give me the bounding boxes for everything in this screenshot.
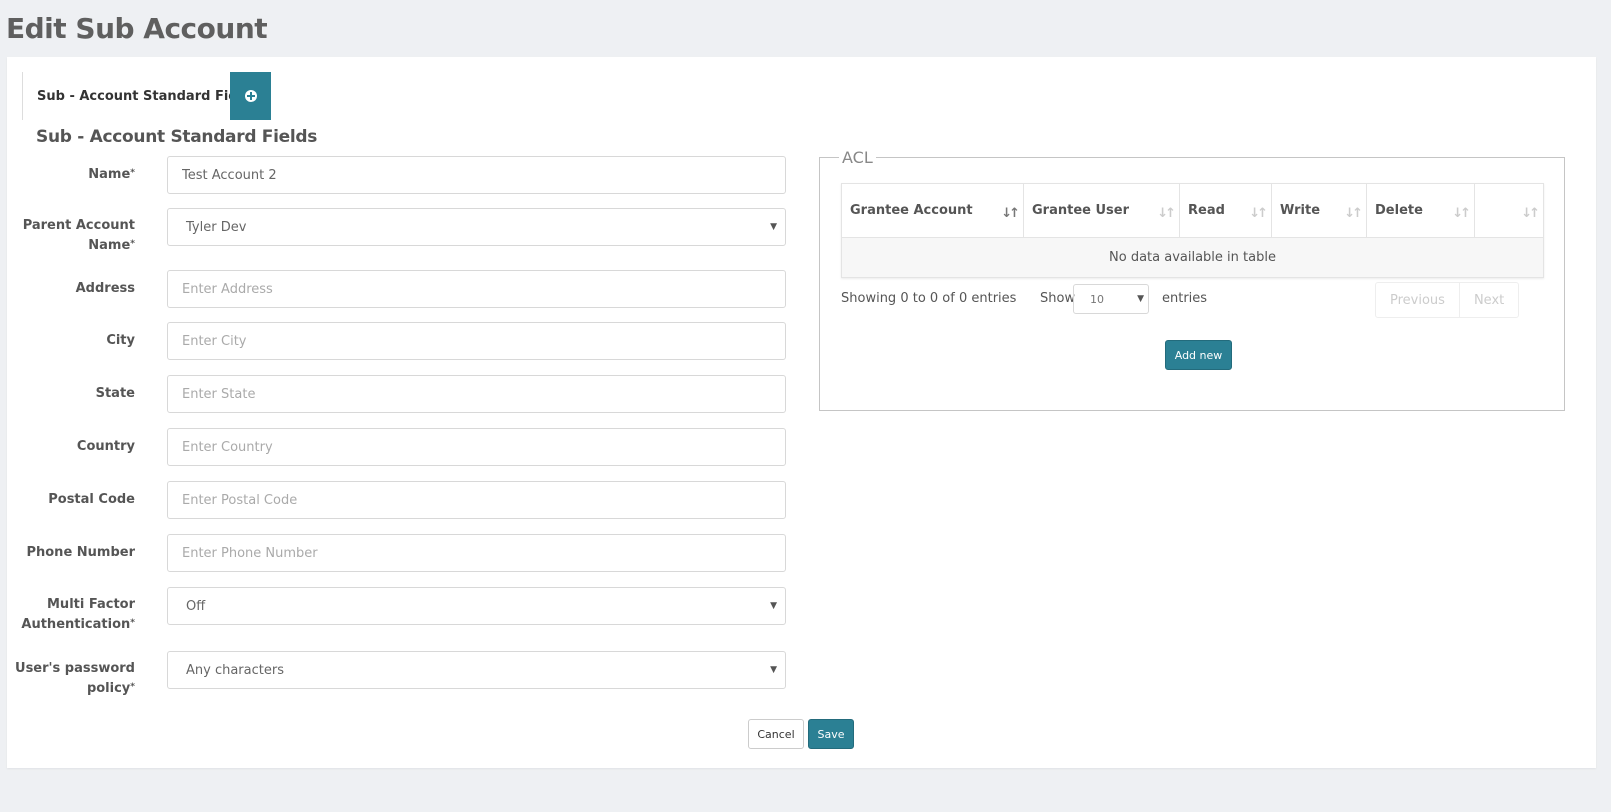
city-input[interactable] (167, 322, 786, 360)
table-row-empty: No data available in table (841, 237, 1544, 278)
tab-standard-fields[interactable]: Sub - Account Standard Fields (22, 72, 259, 120)
phone-input[interactable] (167, 534, 786, 572)
add-new-button[interactable]: Add new (1165, 340, 1232, 370)
table-info: Showing 0 to 0 of 0 entries (841, 291, 1017, 306)
column-write[interactable]: Write ↓↑ (1271, 183, 1367, 238)
plus-circle-icon (244, 90, 257, 102)
add-tab-button[interactable] (230, 72, 271, 120)
sort-icon: ↓↑ (1452, 206, 1471, 221)
parent-account-select[interactable]: Tyler Dev ▼ (167, 208, 786, 246)
page-length-select[interactable]: 10 ▼ (1073, 284, 1149, 314)
mfa-label: Multi Factor Authentication* (21, 597, 135, 632)
password-policy-label: User's password policy* (15, 661, 135, 696)
mfa-value: Off (186, 598, 206, 614)
name-input[interactable] (167, 156, 786, 194)
chevron-down-icon: ▼ (1137, 294, 1144, 304)
acl-table: Grantee Account ↓↑ Grantee User ↓↑ Read ↓↑ … (841, 183, 1544, 278)
address-label: Address (75, 281, 135, 296)
form-card: Sub - Account Standard Fields Sub - Acco… (7, 57, 1596, 768)
chevron-down-icon: ▼ (770, 601, 777, 611)
country-input[interactable] (167, 428, 786, 466)
sort-asc-icon: ↓↑ (1001, 206, 1020, 221)
acl-legend: ACL (839, 148, 876, 167)
column-delete[interactable]: Delete ↓↑ (1366, 183, 1475, 238)
password-policy-select[interactable]: Any characters ▼ (167, 651, 786, 689)
section-title: Sub - Account Standard Fields (36, 127, 318, 147)
show-label: Show (1040, 291, 1076, 306)
sort-icon: ↓↑ (1521, 206, 1540, 221)
address-input[interactable] (167, 270, 786, 308)
empty-message: No data available in table (841, 237, 1544, 278)
chevron-down-icon: ▼ (770, 665, 777, 675)
postal-code-input[interactable] (167, 481, 786, 519)
save-button[interactable]: Save (808, 719, 854, 749)
column-grantee-account[interactable]: Grantee Account ↓↑ (841, 183, 1024, 238)
postal-code-label: Postal Code (48, 492, 135, 507)
page-length-value: 10 (1090, 292, 1104, 306)
previous-button[interactable]: Previous (1376, 283, 1459, 317)
parent-account-label: Parent Account Name* (22, 218, 135, 253)
next-button[interactable]: Next (1458, 283, 1518, 317)
state-label: State (95, 386, 135, 401)
acl-fieldset: ACL Grantee Account ↓↑ Grantee User ↓↑ Rea… (819, 148, 1565, 411)
name-label: Name* (88, 167, 135, 182)
column-grantee-user[interactable]: Grantee User ↓↑ (1023, 183, 1180, 238)
column-actions[interactable]: ↓↑ (1474, 183, 1544, 238)
page-title: Edit Sub Account (6, 12, 268, 45)
city-label: City (106, 333, 135, 348)
sort-icon: ↓↑ (1157, 206, 1176, 221)
country-label: Country (76, 439, 135, 454)
entries-label: entries (1162, 291, 1208, 306)
column-read[interactable]: Read ↓↑ (1179, 183, 1272, 238)
cancel-button[interactable]: Cancel (748, 719, 804, 749)
state-input[interactable] (167, 375, 786, 413)
pagination: Previous Next (1375, 282, 1520, 318)
sort-icon: ↓↑ (1249, 206, 1268, 221)
parent-account-value: Tyler Dev (186, 219, 247, 235)
mfa-select[interactable]: Off ▼ (167, 587, 786, 625)
password-policy-value: Any characters (186, 662, 284, 678)
chevron-down-icon: ▼ (770, 222, 777, 232)
sort-icon: ↓↑ (1344, 206, 1363, 221)
phone-label: Phone Number (26, 545, 135, 560)
